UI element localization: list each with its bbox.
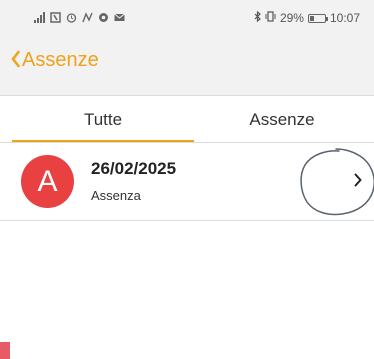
pink-edge-mark xyxy=(0,342,10,359)
status-bar: 29% 10:07 xyxy=(0,0,374,36)
battery-percentage: 29% xyxy=(279,11,304,25)
back-button-label: Assenze xyxy=(22,49,99,71)
absence-list-item[interactable]: A 26/02/2025 Assenza xyxy=(0,143,374,221)
signal-icon xyxy=(34,12,45,23)
activity-icon xyxy=(82,12,93,23)
status-icons-left xyxy=(34,12,125,23)
bluetooth-icon xyxy=(254,10,261,25)
tab-tutte[interactable]: Tutte xyxy=(12,96,194,143)
tab-assenze[interactable]: Assenze xyxy=(190,96,374,143)
status-time: 10:07 xyxy=(329,11,360,25)
tab-bar: Tutte Assenze xyxy=(0,96,374,143)
battery-level xyxy=(309,15,314,21)
status-icons-right: 29% 10:07 xyxy=(254,10,360,25)
selected-tab-indicator xyxy=(12,140,194,142)
vibrate-icon xyxy=(265,11,276,25)
tab-assenze-label: Assenze xyxy=(249,109,315,129)
alarm-icon xyxy=(66,12,77,23)
app-header: 29% 10:07 Assenze xyxy=(0,0,374,96)
absence-date: 26/02/2025 xyxy=(91,159,177,178)
avatar-letter: A xyxy=(37,164,58,198)
navigation-bar: Assenze xyxy=(0,49,374,83)
avatar: A xyxy=(21,155,74,208)
nfc-icon xyxy=(50,12,61,23)
chevron-right-icon[interactable] xyxy=(354,171,362,189)
mail-icon xyxy=(114,12,125,23)
absence-type: Assenza xyxy=(91,188,141,203)
app-notification-icon xyxy=(98,12,109,23)
chevron-left-icon xyxy=(11,50,20,72)
tab-tutte-label: Tutte xyxy=(83,109,123,129)
back-button[interactable]: Assenze xyxy=(11,49,99,72)
battery-icon xyxy=(307,13,328,23)
